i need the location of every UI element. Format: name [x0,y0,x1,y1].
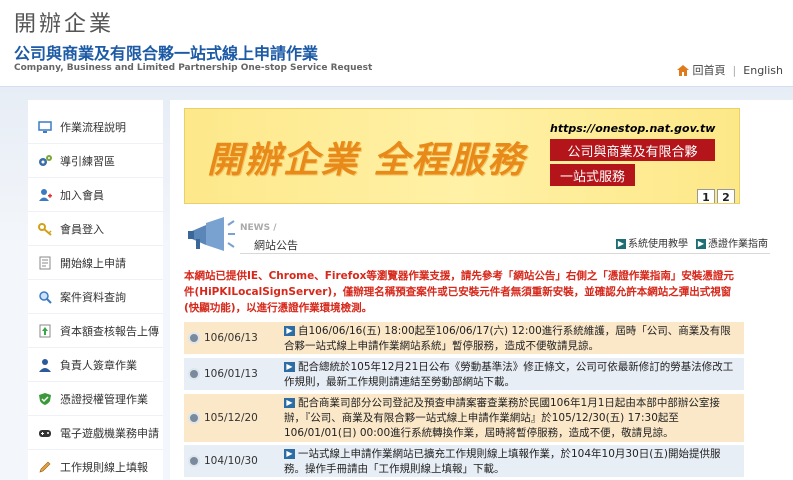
news-text: 配合總統於105年12月21日公布《勞動基準法》修正條文，公司可依最新修訂的勞基… [284,361,734,388]
warning-notice: 本網站已提供IE、Chrome、Firefox等瀏覽器作業支援，請先參考「網站公… [184,270,734,314]
key-icon [38,222,52,236]
news-text: 自106/06/16(五) 18:00起至106/06/17(六) 12:00進… [284,325,731,352]
banner[interactable]: 開辦企業 全程服務 https://onestop.nat.gov.tw 公司與… [184,108,740,204]
shield-icon [38,392,52,406]
gears-icon [38,154,52,168]
arrow-right-icon: ▶ [284,326,295,336]
news-text-cell: ▶ 自106/06/16(五) 18:00起至106/06/17(六) 12:00… [280,322,744,354]
system-tutorial-label: 系統使用教學 [628,239,688,250]
document-icon [38,256,52,270]
sidebar-item-case-query[interactable]: 案件資料查詢 [28,280,163,314]
sidebar-item-label: 憑證授權管理作業 [60,392,148,406]
person-icon [38,358,52,372]
sidebar-item-label: 作業流程說明 [60,120,126,134]
news-item[interactable]: 106/06/13 ▶ 自106/06/16(五) 18:00起至106/06/1… [184,322,744,354]
news-text-cell: ▶ 配合商業司部分公司登記及預查申請案審查業務於民國106年1月1日起由本部中部辦… [280,394,744,442]
sidebar-item-label: 工作規則線上填報 [60,460,148,474]
sidebar-item-label: 開始線上申請 [60,256,126,270]
sidebar: 作業流程說明 導引練習區 加入會員 會員登入 開始線上申請 案件資料查詢 資本額… [28,100,163,480]
sidebar-item-label: 電子遊戲機業務申請 [60,426,159,440]
sidebar-item-label: 導引練習區 [60,154,115,168]
banner-url: https://onestop.nat.gov.tw [550,122,716,135]
monitor-icon [38,120,52,134]
news-label-en: NEWS / [240,223,277,233]
sidebar-item-label: 負責人簽章作業 [60,358,137,372]
sidebar-item-label: 加入會員 [60,188,104,202]
bullet-icon [188,332,200,344]
news-title: 網站公告 [254,239,298,252]
english-link[interactable]: English [743,64,783,77]
sidebar-item-cert-auth[interactable]: 憑證授權管理作業 [28,382,163,416]
sidebar-item-label: 會員登入 [60,222,104,236]
news-item[interactable]: 104/10/30 ▶ 一站式線上申請作業網站已擴充工作規則線上填報作業，於104… [184,445,744,477]
banner-slogan: 開辦企業 全程服務 [207,139,526,181]
link-separator: | [732,63,737,77]
search-icon [38,290,52,304]
sidebar-item-process-guide[interactable]: 作業流程說明 [28,110,163,144]
banner-label-primary: 公司與商業及有限合夥 [550,139,715,161]
sidebar-item-join-member[interactable]: 加入會員 [28,178,163,212]
banner-label-secondary: 一站式服務 [550,164,635,186]
news-date: 105/12/20 [204,412,258,424]
bullet-icon [188,368,200,380]
system-tutorial-link[interactable]: ▶ 系統使用教學 [616,235,688,250]
news-text: 一站式線上申請作業網站已擴充工作規則線上填報作業，於104年10月30日(五)開… [284,448,721,475]
sidebar-item-game-machine[interactable]: 電子遊戲機業務申請 [28,416,163,450]
news-date: 106/06/13 [204,332,258,344]
gamepad-icon [38,426,52,440]
banner-page-2[interactable]: 2 [717,189,735,203]
news-item[interactable]: 105/12/20 ▶ 配合商業司部分公司登記及預查申請案審查業務於民國106年1… [184,394,744,442]
page-header: 開辦企業 公司與商業及有限合夥一站式線上申請作業 Company, Busine… [0,0,793,86]
site-english-title: Company, Business and Limited Partnershi… [14,63,373,73]
arrow-right-icon: ▶ [284,398,295,408]
sidebar-item-work-rules[interactable]: 工作規則線上填報 [28,450,163,480]
site-title: 開辦企業 [14,12,115,37]
site-subtitle: 公司與商業及有限合夥一站式線上申請作業 [14,44,319,63]
banner-page-1[interactable]: 1 [697,189,715,203]
news-date-cell: 106/06/13 [184,322,280,354]
news-date: 106/01/13 [204,368,258,380]
news-text-cell: ▶ 一站式線上申請作業網站已擴充工作規則線上填報作業，於104年10月30日(五)… [280,445,744,477]
news-date-cell: 105/12/20 [184,394,280,442]
sidebar-item-online-apply[interactable]: 開始線上申請 [28,246,163,280]
upload-icon [38,324,52,338]
news-divider [240,253,770,254]
bullet-icon [188,412,200,424]
arrow-right-icon: ▶ [696,239,706,249]
sidebar-item-member-login[interactable]: 會員登入 [28,212,163,246]
news-header: NEWS / 網站公告 ▶ 系統使用教學 ▶ 憑證作業指南 [184,215,774,255]
top-links: 回首頁 | English [676,62,783,78]
user-add-icon [38,188,52,202]
sidebar-item-capital-upload[interactable]: 資本額查核報告上傳 [28,314,163,348]
home-icon[interactable] [676,64,689,76]
arrow-right-icon: ▶ [616,239,626,249]
news-links: ▶ 系統使用教學 ▶ 憑證作業指南 [616,235,768,250]
sidebar-item-label: 案件資料查詢 [60,290,126,304]
arrow-right-icon: ▶ [284,362,295,372]
pencil-icon [38,460,52,474]
arrow-right-icon: ▶ [284,449,295,459]
sidebar-item-practice[interactable]: 導引練習區 [28,144,163,178]
sidebar-item-label: 資本額查核報告上傳 [60,324,159,338]
news-date-cell: 104/10/30 [184,445,280,477]
news-date: 104/10/30 [204,455,258,467]
home-link[interactable]: 回首頁 [693,62,726,78]
bullet-icon [188,455,200,467]
megaphone-icon [188,217,235,251]
news-date-cell: 106/01/13 [184,358,280,390]
main-content: 開辦企業 全程服務 https://onestop.nat.gov.tw 公司與… [170,100,793,480]
news-item[interactable]: 106/01/13 ▶ 配合總統於105年12月21日公布《勞動基準法》修正條文，… [184,358,744,390]
sidebar-item-signature[interactable]: 負責人簽章作業 [28,348,163,382]
news-text: 配合商業司部分公司登記及預查申請案審查業務於民國106年1月1日起由本部中部辦公… [284,397,720,439]
news-text-cell: ▶ 配合總統於105年12月21日公布《勞動基準法》修正條文，公司可依最新修訂的勞… [280,358,744,390]
cert-guide-link[interactable]: ▶ 憑證作業指南 [696,235,768,250]
cert-guide-label: 憑證作業指南 [708,239,768,250]
